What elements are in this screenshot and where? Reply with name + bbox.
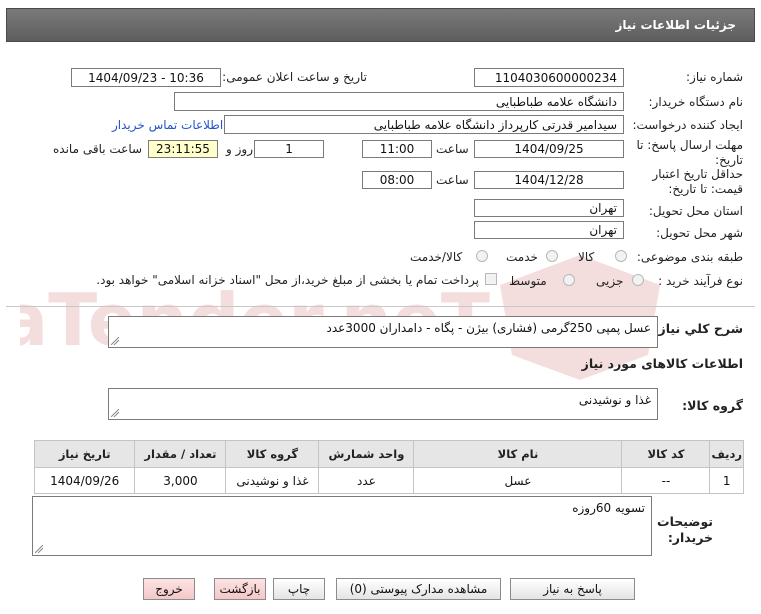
section-divider xyxy=(6,306,755,307)
cell-date: 1404/09/26 xyxy=(33,467,136,494)
creator-field: سیدامیر قدرتی کارپرداز دانشگاه علامه طبا… xyxy=(224,115,624,134)
goods-table: ردیف کد کالا نام کالا واحد شمارش گروه کا… xyxy=(33,440,744,494)
province-field: تهران xyxy=(474,199,624,217)
treasury-payment-checkbox[interactable] xyxy=(485,273,497,285)
goods-section-title: اطلاعات کالاهای مورد نیاز xyxy=(581,356,743,371)
need-number-field: 1104030600000234 xyxy=(474,68,624,87)
city-label: شهر محل تحویل: xyxy=(656,226,743,240)
deadline-date-field: 1404/09/25 xyxy=(474,140,624,158)
announce-datetime-field: 1404/09/23 - 10:36 xyxy=(71,68,221,87)
col-code: کد کالا xyxy=(621,440,711,468)
deadline-time-field: 11:00 xyxy=(362,140,432,158)
city-field: تهران xyxy=(474,221,624,239)
goods-table-header: ردیف کد کالا نام کالا واحد شمارش گروه کا… xyxy=(33,440,744,468)
category-option-service: خدمت xyxy=(506,250,538,264)
exit-button[interactable]: خروج xyxy=(143,578,195,600)
cell-row: 1 xyxy=(709,467,744,494)
resize-grip-icon[interactable] xyxy=(111,337,119,345)
validity-date-field: 1404/12/28 xyxy=(474,171,624,189)
resize-grip-icon[interactable] xyxy=(35,545,43,553)
col-unit: واحد شمارش xyxy=(318,440,415,468)
buyer-org-field: دانشگاه علامه طباطبایی xyxy=(174,92,624,111)
category-option-goods: کالا xyxy=(578,250,595,264)
process-option-minor: جزیی xyxy=(596,274,624,288)
cell-unit: عدد xyxy=(318,467,415,494)
watermark-logo: AriaTender.neT xyxy=(20,255,660,380)
buyer-notes-label: توضیحات xyxy=(657,514,713,529)
validity-time-field: 08:00 xyxy=(362,171,432,189)
announce-label: تاریخ و ساعت اعلان عمومی: xyxy=(222,70,367,84)
days-remaining-field: 1 xyxy=(254,140,324,158)
cell-code: -- xyxy=(621,467,711,494)
process-radio-medium[interactable] xyxy=(563,274,575,286)
table-row[interactable]: 1 -- عسل عدد غذا و نوشیدنی 3,000 1404/09… xyxy=(33,467,744,494)
description-field: عسل پمپی 250گرمی (فشاری) بیژن - پگاه - د… xyxy=(108,316,658,348)
goods-group-label: گروه کالا: xyxy=(682,398,743,413)
reply-button[interactable]: پاسخ به نیاز xyxy=(510,578,635,600)
validity-label: حداقل تاریخ اعتبار xyxy=(652,167,743,181)
col-group: گروه کالا xyxy=(225,440,320,468)
buyer-notes-label-2: خریدار: xyxy=(667,530,713,545)
col-row: ردیف xyxy=(709,440,744,468)
validity-label-date: قیمت: تا تاریخ: xyxy=(668,182,743,196)
category-radio-goods[interactable] xyxy=(615,250,627,262)
validity-time-label: ساعت xyxy=(436,173,469,187)
treasury-payment-note: پرداخت تمام یا بخشی از مبلغ خرید،از محل … xyxy=(96,273,479,287)
cell-group: غذا و نوشیدنی xyxy=(225,467,320,494)
buyer-notes-field: تسویه 60روزه xyxy=(32,496,652,556)
col-quantity: تعداد / مقدار xyxy=(134,440,227,468)
province-label: استان محل تحویل: xyxy=(648,204,743,218)
days-label: روز و xyxy=(226,142,253,156)
goods-group-field: غذا و نوشیدنی xyxy=(108,388,658,420)
creator-label: ایجاد کننده درخواست: xyxy=(632,118,743,132)
process-radio-minor[interactable] xyxy=(632,274,644,286)
deadline-time-label: ساعت xyxy=(436,142,469,156)
col-name: نام کالا xyxy=(413,440,623,468)
category-label: طبقه بندی موضوعی: xyxy=(636,250,743,264)
back-button[interactable]: بازگشت xyxy=(214,578,266,600)
print-button[interactable]: چاپ xyxy=(273,578,325,600)
resize-grip-icon[interactable] xyxy=(111,409,119,417)
need-number-label: شماره نیاز: xyxy=(686,70,743,84)
process-option-medium: متوسط xyxy=(509,274,547,288)
buyer-org-label: نام دستگاه خریدار: xyxy=(648,95,744,109)
description-label: شرح كلي نياز: xyxy=(653,321,743,336)
remaining-time-field: 23:11:55 xyxy=(148,140,218,158)
col-date: تاریخ نیاز xyxy=(33,440,136,468)
category-radio-goods-service[interactable] xyxy=(476,250,488,262)
category-option-goods-service: کالا/خدمت xyxy=(410,250,463,264)
process-label: نوع فرآیند خرید : xyxy=(658,274,743,288)
deadline-label: مهلت ارسال پاسخ: تا xyxy=(636,138,743,152)
view-attachments-button[interactable]: مشاهده مدارک پیوستی (0) xyxy=(336,578,501,600)
buyer-contact-link[interactable]: اطلاعات تماس خریدار xyxy=(112,118,223,132)
page-title: جزئیات اطلاعات نیاز xyxy=(615,18,736,32)
category-radio-service[interactable] xyxy=(546,250,558,262)
cell-name: عسل xyxy=(413,467,623,494)
page-header: جزئیات اطلاعات نیاز xyxy=(6,8,755,42)
deadline-label-date: تاریخ: xyxy=(715,153,743,167)
remaining-label: ساعت باقی مانده xyxy=(53,142,143,156)
cell-quantity: 3,000 xyxy=(134,467,227,494)
